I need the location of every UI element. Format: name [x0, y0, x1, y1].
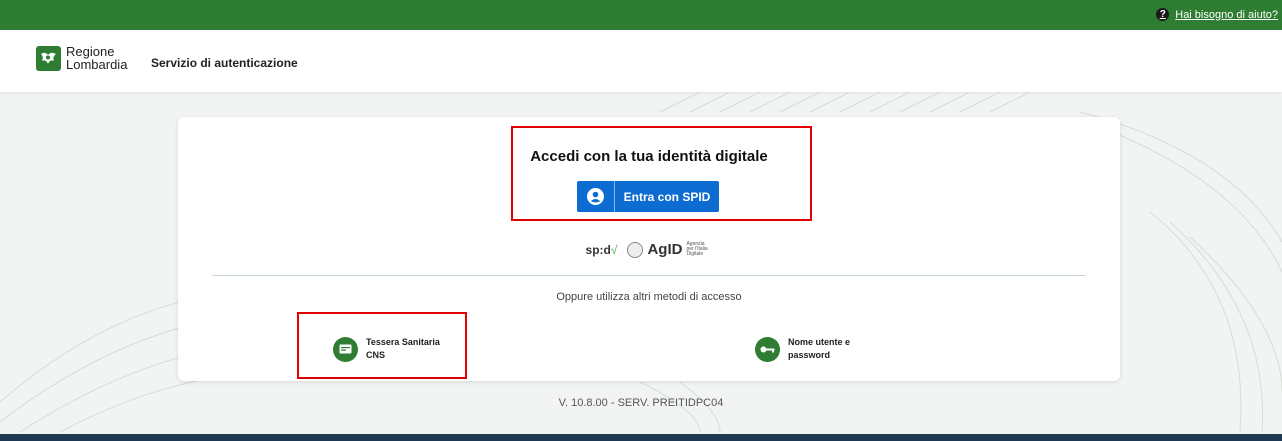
- agid-emblem-icon: [627, 241, 644, 258]
- spid-logo: sp:d√: [585, 242, 618, 257]
- agid-subtitle: Agenzia per l'Italia Digitale: [686, 241, 708, 257]
- username-password-option[interactable]: Nome utente e password: [755, 336, 868, 362]
- key-icon: [755, 336, 780, 362]
- userpass-label-line2: password: [788, 350, 831, 360]
- userpass-label-line1: Nome utente e: [788, 337, 851, 347]
- cns-login-option[interactable]: Tessera Sanitaria CNS: [333, 336, 446, 362]
- help-link[interactable]: ? Hai bisogno di aiuto?: [1156, 8, 1278, 21]
- cns-label-line1: Tessera Sanitaria: [366, 337, 440, 347]
- version-text: V. 10.8.00 - SERV. PREITIDPC04: [558, 397, 724, 409]
- spid-button-label: Entra con SPID: [623, 189, 711, 204]
- help-label: Hai bisogno di aiuto?: [1175, 8, 1278, 21]
- provider-logos: sp:d√ AgID Agenzia per l'Italia Digitale: [178, 241, 1120, 258]
- lombardia-rose-icon: [36, 45, 61, 71]
- spid-login-button[interactable]: Entra con SPID: [577, 181, 719, 212]
- agid-name: AgID: [647, 241, 683, 258]
- card-title: Accedi con la tua identità digitale: [530, 148, 768, 165]
- card-icon: [333, 336, 358, 362]
- divider: [212, 275, 1086, 276]
- bottom-bar: [0, 434, 1282, 441]
- regione-lombardia-logo[interactable]: Regione Lombardia: [36, 45, 127, 71]
- cns-label-line2: CNS: [366, 350, 386, 360]
- top-bar: ? Hai bisogno di aiuto?: [0, 0, 1282, 30]
- user-circle-icon: [587, 188, 604, 205]
- question-icon: ?: [1156, 8, 1170, 21]
- login-card: Accedi con la tua identità digitale Entr…: [178, 117, 1120, 381]
- site-header: Regione Lombardia Servizio di autenticaz…: [0, 30, 1282, 92]
- alt-methods-text: Oppure utilizza altri metodi di accesso: [556, 291, 742, 303]
- service-title: Servizio di autenticazione: [151, 56, 298, 70]
- logo-line2: Lombardia: [66, 57, 128, 72]
- agid-logo: AgID Agenzia per l'Italia Digitale: [627, 241, 712, 258]
